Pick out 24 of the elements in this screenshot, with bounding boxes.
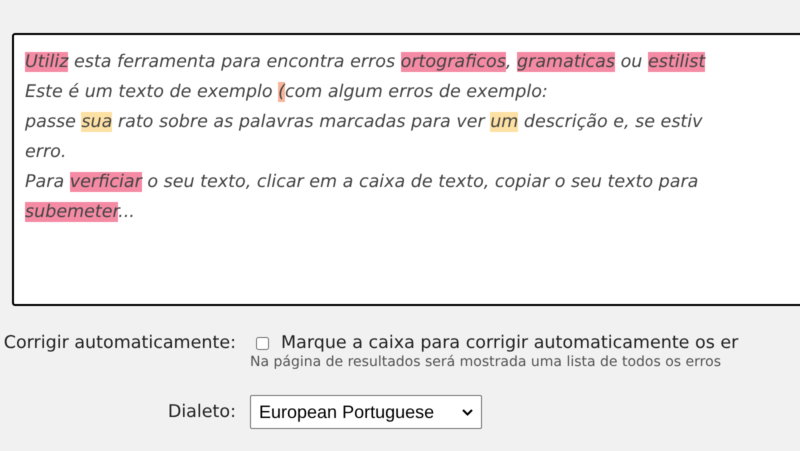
text-editor[interactable] <box>12 33 800 306</box>
editor-text: esta ferramenta para encontra erros <box>73 52 396 72</box>
editor-text: descrição e, se estiv <box>522 112 703 132</box>
editor-text: com algum erros de exemplo: <box>284 82 548 102</box>
editor-text: o seu texto, clicar em a caixa de texto, copiar o seu texto para <box>146 172 698 192</box>
hint-text: Na página de resultados será mostrada uma lista de todos os erros <box>250 353 722 372</box>
highlighted-word[interactable]: um <box>490 112 518 132</box>
field-label: Corrigir automaticamente: <box>2 332 236 355</box>
editor-text: Este é um texto de exemplo <box>25 82 274 102</box>
dialect-select[interactable]: European Portuguese <box>250 395 482 429</box>
editor-text: Para <box>25 172 66 192</box>
checkbox[interactable] <box>256 336 269 350</box>
highlighted-word[interactable]: sua <box>81 112 112 132</box>
highlighted-word[interactable]: ( <box>278 82 285 102</box>
highlighted-word[interactable]: verficiar <box>70 172 142 192</box>
editor-text: rato sobre as palavras marcadas para ver <box>116 112 486 132</box>
editor-text: , <box>506 52 512 72</box>
editor-text: erro. <box>25 142 66 162</box>
highlighted-word[interactable]: gramaticas <box>517 52 616 72</box>
editor-text: ou <box>620 52 644 72</box>
highlighted-word[interactable]: ortograficos <box>400 52 506 72</box>
editor-text: passe <box>25 112 77 132</box>
chevron-down-icon <box>462 408 473 416</box>
field-label: Dialeto: <box>166 401 236 424</box>
